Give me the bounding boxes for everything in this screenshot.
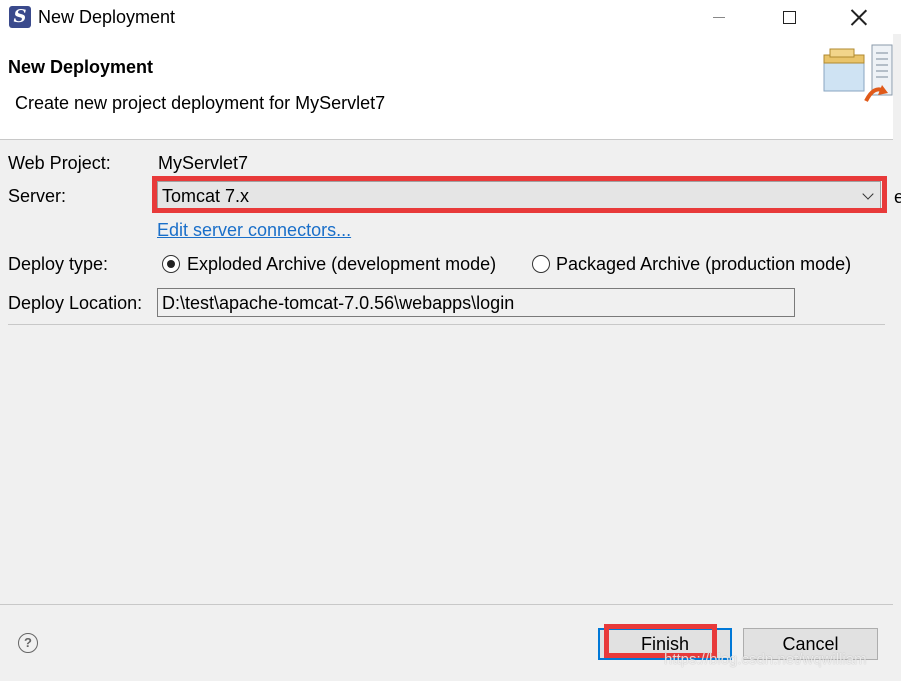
edit-server-connectors-link[interactable]: Edit server connectors...: [157, 219, 351, 241]
server-deploy-icon: [823, 44, 893, 102]
banner-description: Create new project deployment for MyServ…: [15, 93, 386, 113]
maximize-icon: [782, 10, 796, 24]
content-separator: [8, 324, 885, 325]
deploy-location-label: Deploy Location:: [8, 293, 143, 313]
cut-off-text: e: [894, 187, 901, 207]
footer-separator: [0, 604, 893, 605]
app-logo-icon: S: [9, 6, 31, 28]
server-select-value: Tomcat 7.x: [162, 186, 250, 206]
minimize-icon: [713, 16, 725, 18]
packaged-archive-radio[interactable]: [532, 255, 550, 273]
title-bar: S New Deployment: [0, 0, 901, 34]
help-icon[interactable]: ?: [18, 633, 38, 653]
server-select[interactable]: Tomcat 7.x: [157, 181, 881, 210]
server-label: Server:: [8, 186, 67, 206]
close-icon: [851, 9, 867, 25]
deploy-type-label: Deploy type:: [8, 254, 109, 274]
chevron-down-icon: [862, 188, 874, 200]
web-project-label: Web Project:: [8, 153, 111, 173]
exploded-archive-radio[interactable]: [162, 255, 180, 273]
close-button[interactable]: [836, 0, 882, 34]
exploded-archive-label[interactable]: Exploded Archive (development mode): [187, 253, 496, 275]
web-project-value: MyServlet7: [158, 153, 249, 173]
minimize-button[interactable]: [696, 0, 742, 34]
deploy-location-field[interactable]: D:\test\apache-tomcat-7.0.56\webapps\log…: [157, 288, 795, 317]
maximize-button[interactable]: [766, 0, 812, 34]
watermark-text: https://blog.csdn.net/wqwilliam: [664, 651, 867, 668]
deploy-location-value: D:\test\apache-tomcat-7.0.56\webapps\log…: [162, 293, 515, 313]
packaged-archive-label[interactable]: Packaged Archive (production mode): [556, 253, 851, 275]
radio-selected-dot: [166, 259, 175, 268]
wizard-banner: New Deployment Create new project deploy…: [0, 34, 893, 140]
banner-title: New Deployment: [8, 57, 154, 77]
window-title: New Deployment: [38, 7, 176, 27]
